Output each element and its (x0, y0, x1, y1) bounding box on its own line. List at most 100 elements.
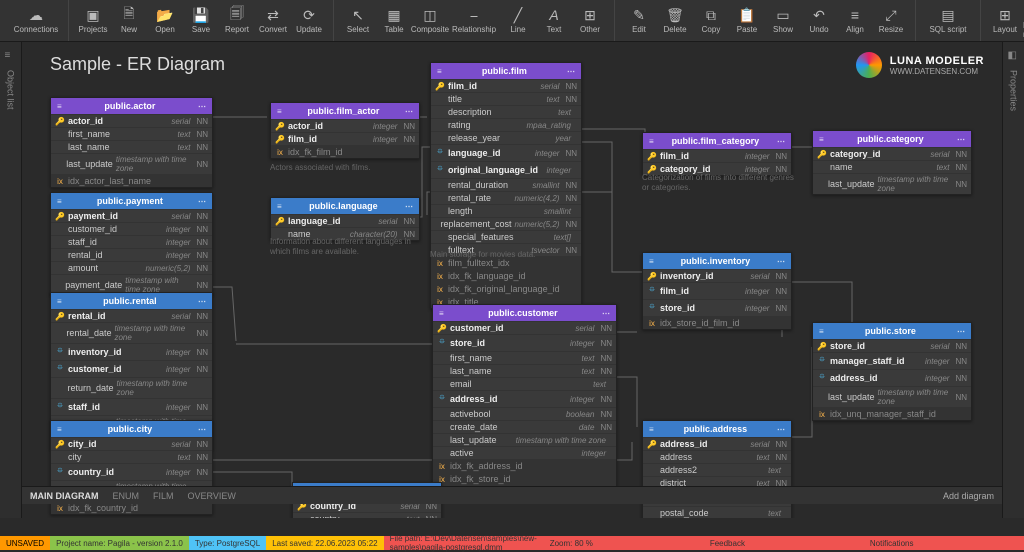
table-button[interactable]: ▦Table (376, 1, 412, 41)
save-button[interactable]: 💾Save (183, 1, 219, 41)
composite-button[interactable]: ◫Composite (412, 1, 448, 41)
entity-store[interactable]: ≡public.store⋯🔑store_idserialNN⯐manager_… (812, 322, 972, 421)
column-row[interactable]: ⯐address_idintegerNN (433, 390, 616, 407)
column-row[interactable]: 🔑film_idintegerNN (271, 132, 419, 145)
entity-customer[interactable]: ≡public.customer⋯🔑customer_idserialNN⯐st… (432, 304, 617, 499)
line-button[interactable]: ╱Line (500, 1, 536, 41)
text-button[interactable]: AText (536, 1, 572, 41)
delete-button[interactable]: 🗑Delete (657, 1, 693, 41)
column-row[interactable]: addresstextNN (643, 450, 791, 463)
column-row[interactable]: last_updatetimestamp with time zone (433, 433, 616, 446)
column-row[interactable]: ⯐inventory_idintegerNN (51, 343, 212, 360)
column-row[interactable]: rental_datetimestamp with time zoneNN (51, 322, 212, 343)
tab-main[interactable]: MAIN DIAGRAM (30, 491, 99, 501)
update-button[interactable]: ⟳Update (291, 1, 327, 41)
column-row[interactable]: last_updatetimestamp with time zoneNN (813, 173, 971, 194)
column-row[interactable]: activeinteger (433, 446, 616, 459)
column-row[interactable]: 🔑rental_idserialNN (51, 309, 212, 322)
copy-button[interactable]: ⧉Copy (693, 1, 729, 41)
other-button[interactable]: ⊞Other (572, 1, 608, 41)
column-row[interactable]: citytextNN (51, 450, 212, 463)
tab-overview[interactable]: OVERVIEW (188, 491, 236, 501)
edit-button[interactable]: ✎Edit (621, 1, 657, 41)
entity-header[interactable]: ≡public.film_actor⋯ (271, 103, 419, 119)
column-row[interactable]: 🔑city_idserialNN (51, 437, 212, 450)
entity-header[interactable]: ≡public.film⋯ (431, 63, 581, 79)
column-row[interactable]: customer_idintegerNN (51, 222, 212, 235)
column-row[interactable]: address2text (643, 463, 791, 476)
column-row[interactable]: rental_durationsmallintNN (431, 178, 581, 191)
column-row[interactable]: 🔑payment_idserialNN (51, 209, 212, 222)
select-button[interactable]: ↖Select (340, 1, 376, 41)
column-row[interactable]: ⯐film_idintegerNN (643, 282, 791, 299)
column-row[interactable]: last_nametextNN (51, 140, 212, 153)
column-row[interactable]: 🔑store_idserialNN (813, 339, 971, 352)
align-button[interactable]: ≡Align (837, 1, 873, 41)
entity-category[interactable]: ≡public.category⋯🔑category_idserialNNnam… (812, 130, 972, 195)
column-row[interactable]: ⯐staff_idintegerNN (51, 398, 212, 415)
entity-header[interactable]: ≡public.film_category⋯ (643, 133, 791, 149)
paste-button[interactable]: 📋Paste (729, 1, 765, 41)
column-row[interactable]: nametextNN (813, 160, 971, 173)
status-notifications[interactable]: Notifications (864, 536, 1024, 550)
column-row[interactable]: descriptiontext (431, 105, 581, 118)
column-row[interactable]: ⯐manager_staff_idintegerNN (813, 352, 971, 369)
entity-header[interactable]: ≡public.rental⋯ (51, 293, 212, 309)
column-row[interactable]: postal_codetext (643, 506, 791, 518)
object-list-tab[interactable]: Object list (6, 66, 16, 114)
column-row[interactable]: rental_ratenumeric(4,2)NN (431, 191, 581, 204)
projects-button[interactable]: ▣Projects (75, 1, 111, 41)
column-row[interactable]: 🔑language_idserialNN (271, 214, 419, 227)
column-row[interactable]: return_datetimestamp with time zone (51, 377, 212, 398)
connections-button[interactable]: ☁Connections (10, 1, 62, 41)
index-row[interactable]: ixidx_fk_original_language_id (431, 282, 581, 295)
column-row[interactable]: ⯐address_idintegerNN (813, 369, 971, 386)
column-row[interactable]: 🔑customer_idserialNN (433, 321, 616, 334)
column-row[interactable]: amountnumeric(5,2)NN (51, 261, 212, 274)
add-diagram-button[interactable]: Add diagram (943, 491, 994, 501)
column-row[interactable]: rental_idintegerNN (51, 248, 212, 261)
entity-header[interactable]: ≡public.city⋯ (51, 421, 212, 437)
column-row[interactable]: 🔑film_idserialNN (431, 79, 581, 92)
entity-actor[interactable]: ≡public.actor⋯🔑actor_idserialNNfirst_nam… (50, 97, 213, 188)
tab-film[interactable]: FILM (153, 491, 174, 501)
tab-enum[interactable]: ENUM (113, 491, 140, 501)
entity-header[interactable]: ≡public.language⋯ (271, 198, 419, 214)
column-row[interactable]: ⯐country_idintegerNN (51, 463, 212, 480)
entity-header[interactable]: ≡public.address⋯ (643, 421, 791, 437)
index-row[interactable]: ixidx_fk_language_id (431, 269, 581, 282)
undo-button[interactable]: ↶Undo (801, 1, 837, 41)
column-row[interactable]: ⯐original_language_idinteger (431, 161, 581, 178)
status-feedback[interactable]: Feedback (704, 536, 864, 550)
entity-header[interactable]: ≡public.store⋯ (813, 323, 971, 339)
index-row[interactable]: ixidx_unq_manager_staff_id (813, 407, 971, 420)
column-row[interactable]: ⯐customer_idintegerNN (51, 360, 212, 377)
column-row[interactable]: first_nametextNN (51, 127, 212, 140)
convert-button[interactable]: ⇄Convert (255, 1, 291, 41)
sql-button[interactable]: ▤SQL script (922, 1, 974, 41)
column-row[interactable]: last_updatetimestamp with time zoneNN (813, 386, 971, 407)
column-row[interactable]: last_nametextNN (433, 364, 616, 377)
column-row[interactable]: 🔑inventory_idserialNN (643, 269, 791, 282)
new-button[interactable]: 🗎New (111, 1, 147, 41)
entity-header[interactable]: ≡public.actor⋯ (51, 98, 212, 114)
column-row[interactable]: 🔑film_idintegerNN (643, 149, 791, 162)
status-zoom[interactable]: Zoom: 80 % (544, 536, 704, 550)
column-row[interactable]: create_datedateNN (433, 420, 616, 433)
column-row[interactable]: lengthsmallint (431, 204, 581, 217)
diagram-canvas[interactable]: Sample - ER Diagram LUNA MODELER WWW.DAT… (22, 42, 1002, 518)
layout-button[interactable]: ⊞Layout (987, 1, 1023, 41)
entity-film-actor[interactable]: ≡public.film_actor⋯🔑actor_idintegerNN🔑fi… (270, 102, 420, 159)
entity-header[interactable]: ≡public.category⋯ (813, 131, 971, 147)
column-row[interactable]: ⯐store_idintegerNN (433, 334, 616, 351)
column-row[interactable]: special_featurestext[] (431, 230, 581, 243)
relationship-button[interactable]: ⎯Relationship (448, 1, 500, 41)
column-row[interactable]: ⯐language_idintegerNN (431, 144, 581, 161)
entity-header[interactable]: ≡public.payment⋯ (51, 193, 212, 209)
column-row[interactable]: titletextNN (431, 92, 581, 105)
index-row[interactable]: ixidx_fk_store_id (433, 472, 616, 485)
column-row[interactable]: ratingmpaa_rating (431, 118, 581, 131)
entity-payment[interactable]: ≡public.payment⋯🔑payment_idserialNNcusto… (50, 192, 213, 296)
column-row[interactable]: staff_idintegerNN (51, 235, 212, 248)
index-row[interactable]: ixidx_fk_address_id (433, 459, 616, 472)
